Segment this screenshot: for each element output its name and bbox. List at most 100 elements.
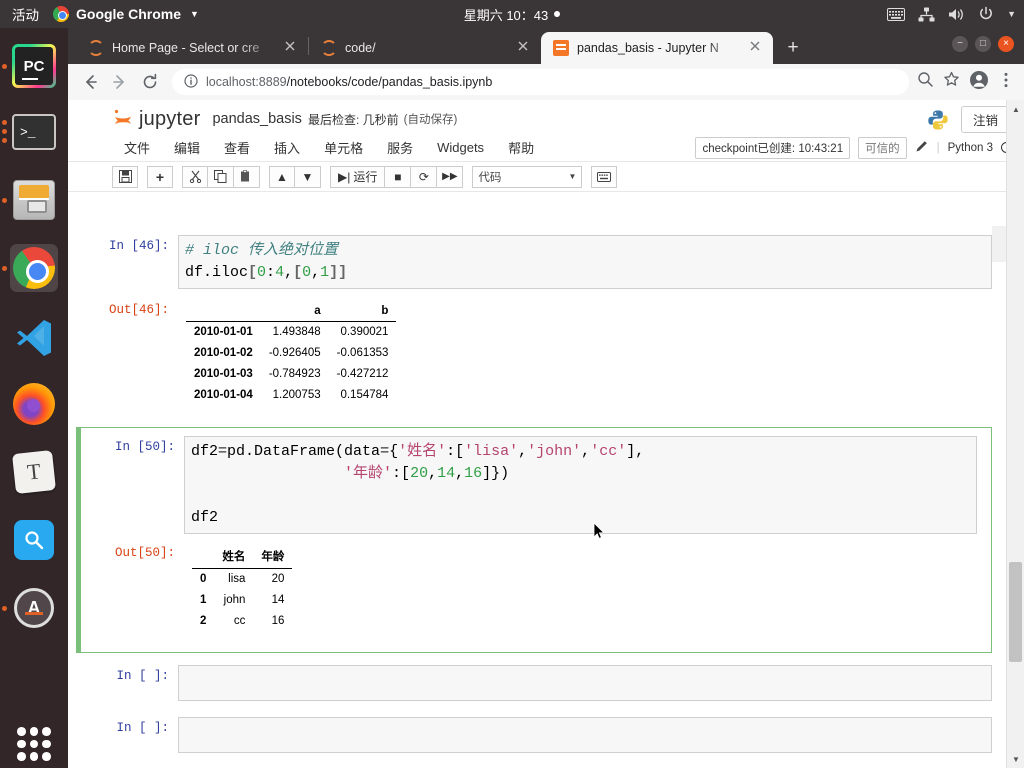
network-icon[interactable] — [918, 7, 935, 22]
close-icon[interactable] — [517, 40, 533, 56]
output-prompt: Out[50]: — [114, 546, 175, 560]
code-string: '年龄' — [344, 465, 393, 482]
info-icon[interactable] — [184, 73, 198, 91]
code-token: 20 — [410, 465, 429, 482]
address-bar[interactable]: localhost:8889/notebooks/code/pandas_bas… — [172, 69, 909, 95]
dock-item-firefox[interactable] — [10, 380, 58, 428]
insert-cell-button[interactable]: + — [147, 165, 173, 188]
power-icon[interactable] — [978, 6, 994, 22]
trusted-badge[interactable]: 可信的 — [858, 136, 907, 159]
reload-button[interactable] — [136, 68, 164, 96]
volume-icon[interactable] — [948, 7, 965, 22]
code-token: 16 — [464, 465, 483, 482]
dock-item-search[interactable] — [10, 516, 58, 564]
texstudio-icon: T — [12, 450, 56, 494]
command-palette-button[interactable] — [591, 165, 618, 188]
page-scrollbar[interactable]: ▲ ▼ — [1006, 100, 1024, 768]
menu-help[interactable]: 帮助 — [496, 135, 546, 160]
tab-title: Home Page - Select or cre — [112, 41, 260, 55]
system-tray[interactable]: ▼ — [887, 6, 1016, 22]
cut-button[interactable] — [182, 165, 208, 188]
dock-item-terminal[interactable]: >_ — [2, 108, 58, 156]
code-input[interactable]: df2=pd.DataFrame(data={'姓名':['lisa','joh… — [184, 436, 977, 534]
app-menu-chrome[interactable]: Google Chrome ▼ — [53, 6, 199, 22]
scrollbar-thumb[interactable] — [1009, 562, 1022, 662]
minimize-button[interactable]: − — [952, 36, 968, 52]
menu-edit[interactable]: 编辑 — [162, 135, 212, 160]
menu-file[interactable]: 文件 — [112, 135, 162, 160]
menu-cell[interactable]: 单元格 — [312, 135, 375, 160]
scroll-up-arrow[interactable]: ▲ — [1007, 100, 1024, 118]
cell-value: 0.154784 — [328, 384, 397, 405]
notebook-empty-cell-3[interactable]: In [ ]: — [68, 758, 1006, 768]
notebook-area[interactable]: In [46]: # iloc 传入绝对位置 df.iloc[0:4,[0,1]… — [68, 226, 1006, 768]
keyboard-icon[interactable] — [887, 7, 906, 21]
tray-chevron-down-icon[interactable]: ▼ — [1007, 9, 1016, 19]
cell-value: lisa — [214, 568, 254, 590]
menu-kernel[interactable]: 服务 — [375, 135, 425, 160]
move-cell-up-button[interactable]: ▲ — [269, 165, 295, 188]
dataframe-table: a b 2010-01-01 1.493848 0.390021 2010-01… — [186, 301, 397, 405]
clock-label: 星期六 10：43 — [463, 7, 549, 23]
code-input[interactable] — [178, 717, 992, 753]
dock-item-chrome[interactable] — [2, 244, 58, 292]
menubar-status: checkpoint已创建: 10:43:21 可信的 | Python 3 — [695, 136, 1012, 159]
notebook-cell-46[interactable]: In [46]: # iloc 传入绝对位置 df.iloc[0:4,[0,1]… — [68, 230, 1006, 294]
code-comment: # iloc 传入绝对位置 — [185, 242, 339, 259]
menu-view[interactable]: 查看 — [212, 135, 262, 160]
forward-button[interactable] — [106, 68, 134, 96]
profile-icon[interactable] — [969, 70, 989, 95]
maximize-button[interactable]: □ — [975, 36, 991, 52]
notebook-empty-cell-2[interactable]: In [ ]: — [68, 706, 1006, 758]
browser-tab-code[interactable]: code/ — [309, 32, 541, 64]
chrome-menu-icon[interactable] — [998, 71, 1014, 94]
jupyter-loading-icon — [321, 40, 337, 56]
interrupt-kernel-button[interactable]: ■ — [385, 165, 412, 188]
show-applications-button[interactable] — [10, 720, 58, 768]
code-token: , — [518, 443, 528, 460]
dock-item-pycharm[interactable]: PC — [2, 42, 58, 90]
table-row: 1 john 14 — [192, 589, 293, 611]
menu-insert[interactable]: 插入 — [262, 135, 312, 160]
activities-button[interactable]: 活动 — [0, 4, 53, 24]
close-icon[interactable] — [749, 40, 765, 56]
browser-tab-home-page[interactable]: Home Page - Select or cre — [76, 32, 308, 64]
paste-button[interactable] — [234, 165, 260, 188]
browser-tab-pandas-basis[interactable]: pandas_basis - Jupyter N — [541, 32, 773, 64]
notebook-empty-cell-1[interactable]: In [ ]: — [68, 653, 1006, 706]
save-button[interactable] — [112, 165, 138, 188]
code-input[interactable]: # iloc 传入绝对位置 df.iloc[0:4,[0,1]] — [178, 235, 992, 289]
run-label: 运行 — [353, 170, 378, 184]
close-icon[interactable] — [284, 40, 300, 56]
cell-value: -0.784923 — [260, 363, 329, 385]
dock-item-software-updater[interactable]: A — [2, 584, 58, 632]
move-cell-down-button[interactable]: ▼ — [295, 165, 321, 188]
dock-item-vscode[interactable] — [10, 312, 58, 360]
jupyter-wordmark: jupyter — [139, 107, 201, 130]
jupyter-logo[interactable]: jupyter — [112, 108, 200, 131]
restart-kernel-button[interactable]: ⟳ — [411, 165, 438, 188]
run-button[interactable]: ▶| 运行 — [330, 165, 386, 188]
code-input[interactable] — [178, 665, 992, 701]
close-button[interactable]: × — [998, 36, 1014, 52]
row-index: 2010-01-04 — [186, 384, 261, 405]
scroll-down-arrow[interactable]: ▼ — [1007, 750, 1024, 768]
cell-value: 16 — [253, 610, 293, 631]
dock-item-texstudio[interactable]: T — [10, 448, 58, 496]
new-tab-button[interactable]: + — [779, 34, 807, 62]
logout-button[interactable]: 注销 — [960, 106, 1010, 133]
table-row: 2 cc 16 — [192, 610, 293, 631]
edit-pencil-icon[interactable] — [915, 139, 929, 156]
dock-item-files[interactable] — [2, 176, 58, 224]
cell-type-select[interactable]: 代码 ▼ — [472, 165, 583, 188]
cell-input-row: In [50]: df2=pd.DataFrame(data={'姓名':['l… — [81, 428, 991, 538]
back-button[interactable] — [76, 68, 104, 96]
bookmark-star-icon[interactable] — [943, 71, 960, 93]
tab-title: code/ — [345, 41, 376, 55]
copy-button[interactable] — [208, 165, 234, 188]
menu-widgets[interactable]: Widgets — [425, 137, 496, 158]
restart-run-all-button[interactable]: ▶▶ — [437, 165, 464, 188]
zoom-icon[interactable] — [917, 71, 934, 93]
notebook-name[interactable]: pandas_basis — [212, 111, 302, 127]
notebook-cell-50[interactable]: In [50]: df2=pd.DataFrame(data={'姓名':['l… — [76, 427, 992, 653]
